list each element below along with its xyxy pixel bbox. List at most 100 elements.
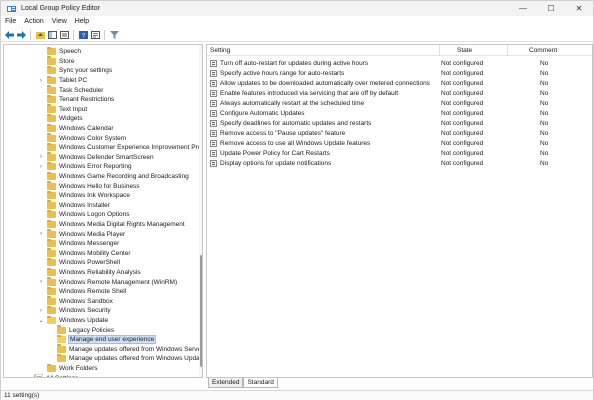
tree-item[interactable]: Speech — [38, 46, 81, 57]
tree-item-label: Windows Remote Management (WinRM) — [59, 278, 178, 286]
tree-item[interactable]: Windows Reliability Analysis — [38, 267, 141, 278]
policy-setting-row[interactable]: Specify active hours range for auto-rest… — [207, 68, 592, 78]
tree-item[interactable]: All Settings — [34, 373, 79, 377]
folder-icon — [47, 161, 56, 171]
folder-up-icon[interactable] — [35, 30, 45, 40]
expand-chevron-icon[interactable]: › — [38, 308, 44, 314]
setting-state: Not configured — [441, 139, 484, 147]
tree-item-label: Windows Reliability Analysis — [59, 269, 141, 277]
folder-icon — [47, 171, 56, 181]
tree-item[interactable]: Task Scheduler — [38, 85, 103, 95]
tab-extended[interactable]: Extended — [208, 378, 244, 388]
tree-item-label: All Settings — [46, 375, 79, 377]
tree-item[interactable]: Legacy Policies — [48, 325, 114, 335]
tree-item[interactable]: Windows Calendar — [38, 123, 114, 134]
tree-item[interactable]: Windows Remote Shell — [38, 286, 126, 297]
tree-item[interactable]: Windows Media Digital Rights Management — [38, 219, 185, 230]
tree-item[interactable]: Sync your settings — [38, 65, 112, 76]
tree-item[interactable]: › Windows Defender SmartScreen — [38, 152, 154, 163]
tree-item-label: Windows PowerShell — [59, 259, 121, 267]
help-icon[interactable]: ? — [78, 30, 88, 40]
filter-icon[interactable] — [109, 30, 119, 40]
folder-icon — [47, 267, 56, 277]
tree-scrollbar-thumb[interactable] — [200, 255, 202, 367]
column-divider[interactable] — [439, 45, 440, 56]
setting-name: Turn off auto-restart for updates during… — [220, 59, 369, 67]
setting-comment: No — [540, 109, 549, 117]
policy-setting-row[interactable]: Update Power Policy for Cart Restarts Not… — [207, 148, 592, 158]
folder-icon — [47, 152, 56, 161]
tree-item[interactable]: Windows Customer Experience Improvement … — [38, 142, 202, 153]
tree-item[interactable]: Store — [38, 56, 75, 67]
policy-setting-row[interactable]: Display options for update notifications… — [207, 158, 592, 168]
tree-item[interactable]: Windows Mobility Center — [38, 248, 131, 259]
tree-item[interactable]: Windows Hello for Business — [38, 181, 140, 191]
forward-arrow-icon[interactable] — [16, 30, 26, 40]
tree-item[interactable]: Tenant Restrictions — [38, 94, 114, 105]
tree-item[interactable]: Windows PowerShell — [38, 257, 121, 268]
menu-help[interactable]: Help — [71, 18, 93, 25]
tab-standard[interactable]: Standard — [243, 378, 278, 388]
tree-item[interactable]: Text Input — [38, 104, 88, 115]
expand-chevron-icon[interactable]: › — [38, 78, 44, 84]
tree-scrollbar[interactable] — [199, 45, 202, 377]
tree-item[interactable]: › Windows Media Player — [38, 229, 125, 239]
expand-chevron-icon[interactable]: › — [38, 279, 44, 285]
folder-icon — [57, 334, 66, 344]
column-header-setting[interactable]: Setting — [210, 47, 230, 54]
tree-item[interactable]: Windows Color System — [38, 133, 126, 143]
tree-item[interactable]: Windows Installer — [38, 200, 110, 211]
tree-item[interactable]: › Windows Security — [38, 305, 111, 316]
minimize-button[interactable]: — — [509, 1, 537, 16]
policy-setting-row[interactable]: Enable features introduced via servicing… — [207, 88, 592, 98]
policy-setting-row[interactable]: Specify deadlines for automatic updates … — [207, 118, 592, 128]
policy-setting-row[interactable]: Remove access to "Pause updates" feature… — [207, 128, 592, 138]
tree-item[interactable]: Windows Game Recording and Broadcasting — [38, 171, 189, 182]
policy-setting-row[interactable]: Remove access to use all Windows Update … — [207, 138, 592, 148]
tree-item-label: Windows Media Player — [59, 230, 126, 238]
policy-setting-row[interactable]: Configure Automatic Updates Not configure… — [207, 108, 592, 118]
close-button[interactable]: ✕ — [565, 1, 593, 16]
tree-item[interactable]: Manage updates offered from Windows Serv… — [48, 344, 202, 355]
show-hide-tree-icon[interactable] — [47, 30, 57, 40]
back-arrow-icon[interactable] — [4, 30, 14, 40]
group-policy-window: Local Group Policy Editor — ☐ ✕ File Act… — [0, 0, 594, 400]
menu-action[interactable]: Action — [20, 18, 47, 25]
policy-tree[interactable]: Speech Store Sync your settings › Tablet PC T… — [3, 44, 203, 378]
policy-setting-row[interactable]: Allow updates to be downloaded automatic… — [207, 78, 592, 88]
policy-setting-row[interactable]: Turn off auto-restart for updates during… — [207, 58, 592, 68]
tree-item[interactable]: Widgets — [38, 113, 83, 124]
tree-item-label: Widgets — [59, 115, 83, 123]
policy-setting-row[interactable]: Always automatically restart at the sche… — [207, 98, 592, 108]
tree-item[interactable]: Manage end user experience — [48, 334, 157, 345]
toolbar-separator — [30, 29, 31, 40]
tree-item-label: Text Input — [59, 105, 88, 113]
column-header-comment[interactable]: Comment — [529, 47, 557, 54]
maximize-button[interactable]: ☐ — [537, 1, 565, 16]
setting-comment: No — [540, 89, 549, 97]
expand-chevron-icon[interactable]: › — [38, 164, 44, 170]
export-list-icon[interactable] — [59, 30, 69, 40]
tree-item[interactable]: ⌄ Windows Update — [38, 315, 108, 326]
menu-file[interactable]: File — [1, 18, 20, 25]
tree-item[interactable]: Windows Ink Workspace — [38, 190, 130, 201]
menu-view[interactable]: View — [48, 18, 71, 25]
expand-chevron-icon[interactable]: ⌄ — [38, 317, 44, 324]
tree-item[interactable]: Windows Logon Options — [38, 209, 129, 220]
tree-item[interactable]: › Tablet PC — [38, 75, 87, 86]
tree-item[interactable]: Windows Sandbox — [38, 296, 113, 307]
expand-chevron-icon[interactable]: › — [38, 154, 44, 160]
folder-icon — [47, 104, 56, 113]
tree-item[interactable]: Work Folders — [38, 363, 98, 374]
window-controls: — ☐ ✕ — [509, 1, 593, 16]
setting-name: Remove access to "Pause updates" feature — [220, 129, 346, 137]
policy-setting-icon — [210, 119, 217, 127]
expand-chevron-icon[interactable]: › — [38, 231, 44, 237]
tree-item[interactable]: Manage updates offered from Windows Upda… — [48, 353, 201, 364]
column-header-state[interactable]: State — [457, 47, 472, 54]
tree-item[interactable]: Windows Messenger — [38, 238, 119, 249]
properties-icon[interactable] — [90, 30, 100, 40]
tree-item[interactable]: › Windows Error Reporting — [38, 161, 132, 172]
tree-item[interactable]: › Windows Remote Management (WinRM) — [38, 277, 177, 287]
column-divider[interactable] — [507, 45, 508, 56]
